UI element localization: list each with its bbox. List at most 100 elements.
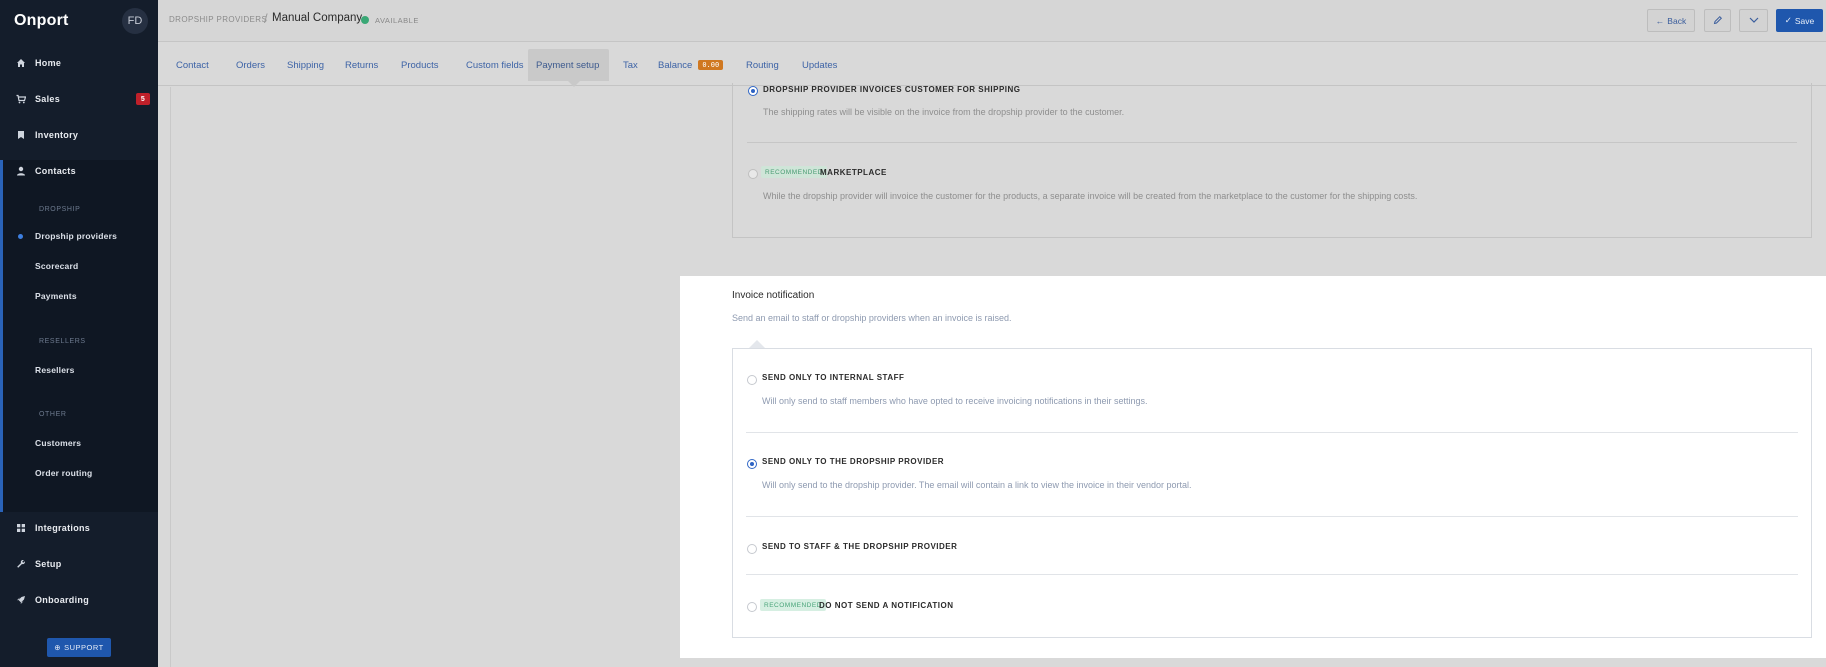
tab-payment-setup[interactable]: Payment setup [528, 49, 609, 87]
nav-item-setup[interactable]: Setup [0, 553, 158, 575]
cart-icon [16, 94, 26, 104]
check-icon: ✓ [1784, 15, 1792, 25]
sub-item-label: Customers [35, 438, 82, 448]
tab-products[interactable]: Products [393, 49, 447, 81]
page-title: Manual Company [272, 12, 363, 24]
sub-item-dropship-providers[interactable]: Dropship providers [0, 226, 158, 246]
section-label-dropship: DROPSHIP [39, 206, 81, 213]
sidebar: Onport FD Home Sales 5 Inventory Contact… [0, 0, 158, 667]
edit-button[interactable] [1704, 9, 1731, 32]
edit-icon [1713, 15, 1723, 27]
status-badge: AVAILABLE [375, 16, 419, 25]
option-description: While the dropship provider will invoice… [763, 191, 1418, 201]
radio-dropship-provider[interactable] [747, 459, 757, 469]
support-label: SUPPORT [64, 643, 104, 652]
nav-label: Sales [35, 94, 61, 104]
sub-item-label: Scorecard [35, 261, 79, 271]
nav-item-onboarding[interactable]: Onboarding [0, 589, 158, 611]
arrow-left-icon: ← [1655, 15, 1665, 26]
section-label-other: OTHER [39, 411, 67, 418]
tab-label: Updates [802, 59, 838, 71]
option-description: Will only send to staff members who have… [762, 396, 1148, 406]
nav-item-sales[interactable]: Sales 5 [0, 88, 158, 110]
sub-item-payments[interactable]: Payments [0, 286, 158, 306]
tab-label: Payment setup [536, 59, 600, 71]
status-indicator [361, 16, 369, 24]
chevron-down-icon [1749, 16, 1759, 26]
option-title: SEND ONLY TO THE DROPSHIP PROVIDER [762, 457, 945, 466]
tab-label: Orders [236, 59, 266, 71]
tab-label: Products [401, 59, 439, 71]
panel-pointer [749, 340, 765, 348]
sub-item-label: Order routing [35, 468, 93, 478]
sub-item-scorecard[interactable]: Scorecard [0, 256, 158, 276]
nav-label: Integrations [35, 523, 91, 533]
sub-item-label: Payments [35, 291, 77, 301]
tab-bar: Contact Orders Shipping Returns Products… [158, 43, 1826, 87]
nav-label: Home [35, 58, 62, 68]
balance-badge: 0.00 [698, 60, 724, 70]
active-indicator [18, 234, 23, 239]
tab-label: Tax [623, 59, 638, 71]
nav-label: Contacts [35, 166, 76, 176]
wrench-icon [16, 559, 26, 569]
nav-item-integrations[interactable]: Integrations [0, 517, 158, 539]
nav-item-home[interactable]: Home [0, 52, 158, 74]
avatar[interactable]: FD [122, 8, 148, 34]
recommended-badge: RECOMMENDED [761, 166, 827, 178]
sub-item-customers[interactable]: Customers [0, 433, 158, 453]
option-divider [746, 516, 1798, 517]
tab-tax[interactable]: Tax [615, 49, 646, 81]
content-border [170, 87, 171, 667]
tab-label: Returns [345, 59, 379, 71]
tab-routing[interactable]: Routing [738, 49, 787, 81]
option-title: SEND ONLY TO INTERNAL STAFF [762, 373, 905, 382]
tab-label: Shipping [287, 59, 324, 71]
home-icon [16, 58, 26, 68]
radio-no-notification[interactable] [747, 602, 757, 612]
support-button[interactable]: ⊕ SUPPORT [47, 638, 111, 657]
option-divider [747, 142, 1797, 143]
section-subtitle: Send an email to staff or dropship provi… [732, 313, 1012, 323]
option-title: MARKETPLACE [820, 168, 887, 177]
breadcrumb[interactable]: DROPSHIP PROVIDERS [169, 15, 267, 24]
tab-balance[interactable]: Balance 0.00 [650, 49, 731, 81]
tab-shipping[interactable]: Shipping [279, 49, 332, 81]
save-label: Save [1794, 15, 1815, 26]
brand-logo[interactable]: Onport [14, 12, 69, 30]
back-button[interactable]: ← Back [1647, 9, 1695, 32]
back-label: Back [1667, 15, 1687, 26]
tab-orders[interactable]: Orders [228, 49, 273, 81]
recommended-badge: RECOMMENDED [760, 599, 826, 611]
save-button[interactable]: ✓ Save [1776, 9, 1823, 32]
sub-item-resellers[interactable]: Resellers [0, 360, 158, 380]
option-description: The shipping rates will be visible on th… [763, 107, 1125, 117]
tab-label: Routing [746, 59, 779, 71]
contacts-submenu: Contacts DROPSHIP Dropship providers Sco… [0, 160, 158, 512]
tab-custom-fields[interactable]: Custom fields [458, 49, 532, 81]
option-title: DROPSHIP PROVIDER INVOICES CUSTOMER FOR … [763, 85, 1021, 94]
radio-marketplace[interactable] [748, 169, 758, 179]
person-icon [16, 166, 26, 176]
radio-staff-and-provider[interactable] [747, 544, 757, 554]
invoice-notification-options: SEND ONLY TO INTERNAL STAFF Will only se… [732, 348, 1812, 638]
invoice-notification-card: Invoice notification Send an email to st… [680, 276, 1826, 658]
help-icon: ⊕ [54, 643, 62, 652]
breadcrumb-separator: / [264, 11, 268, 26]
radio-dropship-invoices-shipping[interactable] [748, 86, 758, 96]
radio-internal-staff[interactable] [747, 375, 757, 385]
nav-label: Onboarding [35, 595, 89, 605]
more-dropdown-button[interactable] [1739, 9, 1768, 32]
tab-returns[interactable]: Returns [337, 49, 386, 81]
nav-item-contacts[interactable]: Contacts [0, 160, 158, 182]
tab-label: Contact [176, 59, 209, 71]
tab-contact[interactable]: Contact [168, 49, 217, 81]
sidebar-header: Onport FD [0, 0, 158, 42]
option-description: Will only send to the dropship provider.… [762, 480, 1192, 490]
nav-item-inventory[interactable]: Inventory [0, 124, 158, 146]
sales-count-badge: 5 [136, 93, 150, 105]
sub-item-order-routing[interactable]: Order routing [0, 463, 158, 483]
option-title: DO NOT SEND A NOTIFICATION [819, 601, 954, 610]
tab-updates[interactable]: Updates [794, 49, 845, 81]
nav-label: Setup [35, 559, 62, 569]
